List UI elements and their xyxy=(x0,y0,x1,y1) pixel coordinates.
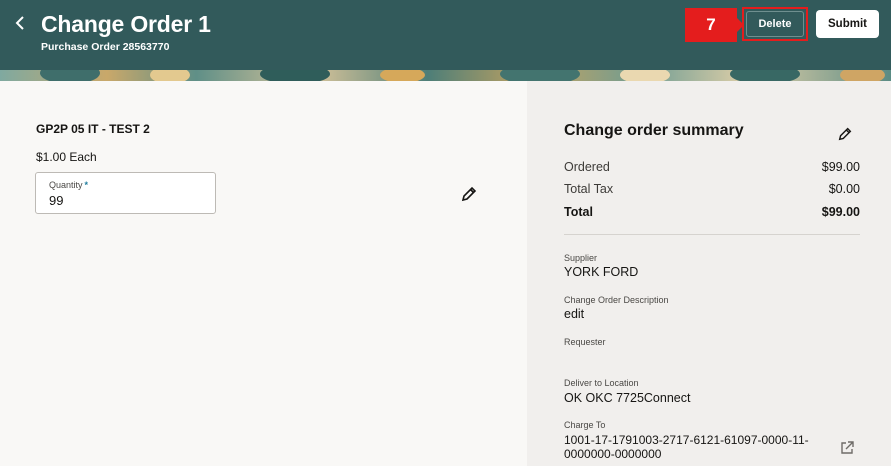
requester-label: Requester xyxy=(564,337,606,347)
summary-divider xyxy=(564,234,860,235)
quantity-field[interactable]: Quantity * 99 xyxy=(35,172,216,214)
supplier-value: YORK FORD xyxy=(564,265,639,279)
description-value: edit xyxy=(564,307,585,321)
quantity-input[interactable]: 99 xyxy=(49,193,63,208)
edit-line-button[interactable] xyxy=(460,185,478,203)
total-label: Total xyxy=(564,205,593,219)
description-label: Change Order Description xyxy=(564,295,669,305)
tax-value: $0.00 xyxy=(828,182,860,196)
deliver-label: Deliver to Location xyxy=(564,378,639,388)
ordered-label: Ordered xyxy=(564,160,610,174)
page-subtitle: Purchase Order 28563770 xyxy=(41,41,170,53)
page-header: Change Order 1 Purchase Order 28563770 7… xyxy=(0,0,891,70)
delete-button[interactable]: Delete xyxy=(746,11,804,37)
charge-label: Charge To xyxy=(564,420,606,430)
open-charge-account-button[interactable] xyxy=(839,440,855,456)
total-row: Total $99.00 xyxy=(564,205,860,219)
ordered-value: $99.00 xyxy=(821,160,860,174)
pencil-icon xyxy=(838,127,852,141)
header-decorative-pattern xyxy=(0,70,891,81)
tax-row: Total Tax $0.00 xyxy=(564,182,860,196)
line-details-panel: GP2P 05 IT - TEST 2 $1.00 Each Quantity *… xyxy=(0,81,527,466)
step-callout-badge: 7 xyxy=(685,8,744,42)
change-order-summary-panel: Change order summary Ordered $99.00 Tota… xyxy=(527,81,891,466)
page-title: Change Order 1 xyxy=(41,11,211,37)
submit-button[interactable]: Submit xyxy=(816,10,879,38)
tax-label: Total Tax xyxy=(564,182,614,196)
pencil-icon xyxy=(461,186,477,202)
summary-title: Change order summary xyxy=(564,122,744,139)
total-value: $99.00 xyxy=(821,205,860,219)
charge-value: 1001-17-1791003-2717-6121-61097-0000-11-… xyxy=(564,433,809,461)
supplier-label: Supplier xyxy=(564,253,598,263)
deliver-value: OK OKC 7725Connect xyxy=(564,391,691,405)
external-link-icon xyxy=(841,441,854,454)
chevron-left-icon xyxy=(15,16,24,30)
required-indicator: * xyxy=(84,180,89,190)
edit-summary-button[interactable] xyxy=(837,126,853,142)
item-name: GP2P 05 IT - TEST 2 xyxy=(36,122,150,136)
back-button[interactable] xyxy=(12,12,30,34)
ordered-row: Ordered $99.00 xyxy=(564,160,860,174)
item-price: $1.00 Each xyxy=(36,150,97,164)
quantity-label: Quantity * xyxy=(49,180,89,190)
